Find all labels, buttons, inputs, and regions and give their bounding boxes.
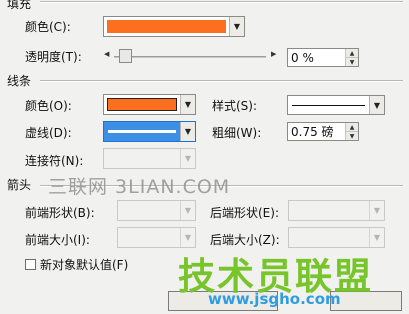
chevron-down-icon[interactable]: ▼: [229, 17, 244, 36]
begin-size-dropdown[interactable]: ▼: [117, 227, 196, 248]
spin-down-icon[interactable]: ▼: [346, 58, 358, 66]
transparency-slider-track[interactable]: [114, 56, 266, 58]
transparency-value[interactable]: 0 %: [288, 51, 345, 65]
end-style-label: 后端形状(E):: [210, 206, 279, 220]
line-weight-label: 粗细(W):: [212, 126, 262, 140]
arrows-group-title: 箭头: [7, 178, 32, 192]
spin-down-icon[interactable]: ▼: [346, 132, 358, 140]
begin-size-label: 前端大小(I):: [25, 233, 90, 247]
line-style-sample: [292, 105, 365, 106]
chevron-down-icon[interactable]: ▼: [180, 122, 195, 141]
chevron-down-icon[interactable]: ▼: [369, 96, 384, 114]
fill-group-title: 填充: [7, 0, 32, 11]
dash-dropdown[interactable]: ▼: [103, 121, 196, 142]
chevron-down-icon[interactable]: ▼: [180, 95, 195, 114]
line-style-label: 样式(S):: [212, 99, 258, 113]
end-size-dropdown[interactable]: ▼: [288, 227, 385, 248]
line-group-divider: [40, 80, 403, 82]
spin-up-icon[interactable]: ▲: [346, 49, 358, 58]
fill-group-divider: [40, 1, 403, 3]
transparency-label: 透明度(T):: [25, 50, 82, 64]
chevron-down-icon[interactable]: ▼: [180, 228, 195, 247]
line-color-dropdown[interactable]: ▼: [103, 94, 196, 115]
dash-label: 虚线(D):: [25, 126, 72, 140]
line-style-dropdown[interactable]: ▼: [287, 95, 385, 115]
transparency-spinbox[interactable]: 0 % ▲ ▼: [287, 48, 359, 67]
chevron-down-icon[interactable]: ▼: [369, 201, 384, 220]
chevron-down-icon[interactable]: ▼: [369, 228, 384, 247]
fill-color-label: 颜色(C):: [25, 20, 71, 34]
fill-color-dropdown[interactable]: ▼: [103, 16, 245, 37]
end-style-dropdown[interactable]: ▼: [288, 200, 385, 221]
chevron-down-icon[interactable]: ▼: [180, 149, 195, 168]
url-watermark: www.jsgho.com: [208, 290, 341, 308]
begin-style-dropdown[interactable]: ▼: [117, 200, 196, 221]
slider-left-arrow-icon[interactable]: ◀: [104, 50, 109, 58]
chevron-down-icon[interactable]: ▼: [180, 201, 195, 220]
connector-dropdown[interactable]: ▼: [103, 148, 196, 169]
line-group-title: 线条: [7, 74, 32, 88]
spin-up-icon[interactable]: ▲: [346, 123, 358, 132]
transparency-slider-thumb[interactable]: [119, 49, 132, 63]
line-weight-spinbox[interactable]: 0.75 磅 ▲ ▼: [287, 122, 359, 141]
line-weight-value[interactable]: 0.75 磅: [288, 123, 345, 140]
line-color-label: 颜色(O):: [25, 99, 72, 113]
default-checkbox[interactable]: [25, 259, 36, 270]
slider-right-arrow-icon[interactable]: ▶: [271, 50, 276, 58]
begin-style-label: 前端形状(B):: [25, 206, 95, 220]
line-color-swatch: [107, 98, 177, 111]
dash-style-sample: [108, 129, 176, 133]
site-watermark: 三联网 3LIAN.COM: [48, 176, 231, 198]
fill-color-swatch: [107, 20, 226, 33]
connector-label: 连接符(N):: [25, 154, 84, 168]
default-checkbox-label[interactable]: 新对象默认值(F): [40, 256, 128, 273]
